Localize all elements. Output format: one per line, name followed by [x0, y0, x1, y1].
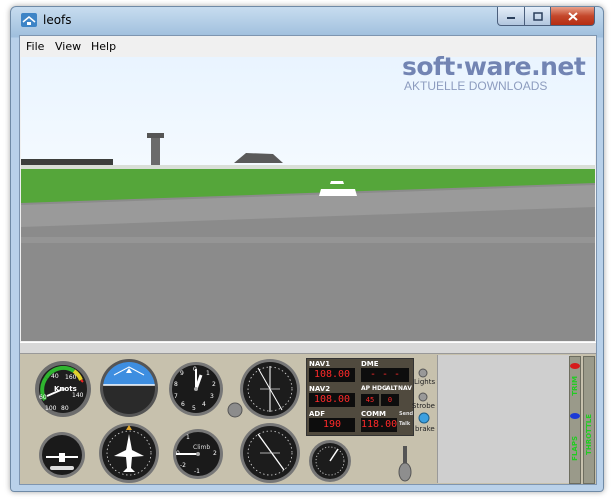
adf-indicator [309, 440, 351, 482]
ap-button[interactable]: AP [361, 385, 370, 392]
vsi-tick: 1 [186, 434, 190, 441]
altimeter-tick: 8 [174, 381, 178, 388]
vsi-tick: -2 [180, 462, 186, 469]
dme-display: - - - [361, 368, 409, 382]
hdg-button[interactable]: HDG [372, 385, 387, 392]
vor2-indicator [240, 423, 300, 483]
flight-view[interactable] [21, 57, 595, 341]
comm-display[interactable]: 118.00 [361, 418, 397, 432]
nav1-label: NAV1 [309, 360, 331, 368]
window-title: leofs [43, 13, 72, 27]
airspeed-tick: 160 [65, 374, 77, 381]
nav2-display[interactable]: 108.00 [309, 393, 355, 407]
airspeed-tick: 100 [45, 405, 57, 412]
altimeter-tick: 6 [181, 401, 185, 408]
vsi-tick: 0 [176, 450, 180, 457]
trim-indicator[interactable] [569, 362, 581, 370]
brake-label: brake [415, 425, 435, 433]
maximize-icon [532, 11, 543, 21]
panel-divider [20, 342, 596, 354]
runway-marking [319, 189, 357, 196]
heading-indicator [99, 423, 159, 483]
ap-heading-display[interactable]: 45 [361, 394, 379, 406]
watermark-tagline: AKTUELLE DOWNLOADS [404, 79, 548, 93]
menu-view[interactable]: View [55, 40, 81, 53]
altimeter-tick: 2 [212, 381, 216, 388]
adf-display[interactable]: 190 [309, 418, 355, 432]
minimize-button[interactable] [497, 7, 525, 26]
altimeter-tick: 1 [206, 370, 210, 377]
control-tower [151, 136, 160, 166]
turn-coordinator [39, 432, 85, 478]
airspeed-tick: 140 [72, 392, 84, 399]
brake-switch[interactable] [418, 412, 430, 424]
adf-label: ADF [309, 410, 326, 418]
attitude-indicator [100, 359, 158, 417]
altimeter-tick: 5 [192, 405, 196, 412]
map-panel[interactable] [437, 355, 570, 483]
altimeter-tick: 3 [210, 393, 214, 400]
airspeed-label: Knots [54, 385, 77, 393]
alt-button[interactable]: ALT [386, 385, 398, 392]
app-window: leofs File View Help soft·ware.net AKTUE… [10, 6, 604, 492]
altimeter-tick: 7 [174, 393, 178, 400]
mixture-lever[interactable] [398, 446, 412, 482]
comm-label: COMM [361, 410, 387, 418]
airspeed-tick: 40 [51, 373, 59, 380]
lights-switch[interactable] [418, 368, 428, 378]
vsi-label: Climb [193, 444, 211, 451]
airspeed-tick: 80 [61, 405, 69, 412]
altimeter-tick: 9 [180, 370, 184, 377]
title-bar[interactable]: leofs [11, 7, 603, 33]
altimeter-tick: 4 [202, 401, 206, 408]
heading-knob[interactable] [227, 402, 243, 418]
minimize-icon [507, 17, 515, 19]
vsi-tick: -1 [194, 468, 200, 475]
nav1-display[interactable]: 108.00 [309, 368, 355, 382]
throttle-indicator[interactable] [569, 412, 581, 420]
close-button[interactable] [551, 7, 595, 26]
menu-help[interactable]: Help [91, 40, 116, 53]
instrument-panel: 40 160 140 60 100 80 Knots 0 1 2 3 4 5 6… [20, 354, 596, 484]
altimeter-tick: 0 [193, 366, 197, 373]
lights-label: Lights [414, 378, 436, 386]
vsi-tick: 2 [213, 450, 217, 457]
watermark-logo: soft·ware.net [402, 52, 586, 81]
maximize-button[interactable] [525, 7, 551, 26]
watermark: soft·ware.net AKTUELLE DOWNLOADS [402, 52, 586, 93]
nav2-label: NAV2 [309, 385, 331, 393]
talk-button[interactable]: Talk [399, 421, 410, 427]
close-icon [567, 11, 578, 21]
flaps-label: FLAPS [571, 436, 579, 461]
strobe-switch[interactable] [418, 392, 428, 402]
airspeed-tick: 60 [39, 394, 47, 401]
menu-file[interactable]: File [26, 40, 44, 53]
dme-label: DME [361, 360, 379, 368]
hangar-building [21, 159, 113, 166]
strobe-label: Strobe [412, 402, 435, 410]
send-button[interactable]: Send [399, 411, 413, 417]
scene-render [21, 57, 595, 341]
app-icon [21, 13, 37, 27]
client-area: File View Help soft·ware.net AKTUELLE DO… [19, 35, 597, 485]
nav-button[interactable]: NAV [398, 385, 412, 392]
ap-altitude-display[interactable]: 0 [381, 394, 399, 406]
trim-label: TRIM [571, 376, 579, 396]
vor1-indicator [240, 359, 300, 419]
throttle-label: THROTTLE [585, 414, 593, 455]
